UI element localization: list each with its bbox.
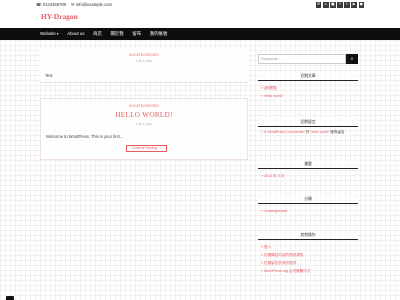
list-item-label[interactable]: Uncategorized xyxy=(264,209,287,213)
comment-author[interactable]: A WordPress Commenter xyxy=(264,130,305,134)
post-date: 8 月 8, 2018 xyxy=(136,59,152,63)
list-item[interactable]: »(無標題) xyxy=(258,84,358,92)
chevron-right-icon: » xyxy=(261,260,263,265)
social-home-icon[interactable]: ⌂ xyxy=(323,2,329,8)
search-input[interactable]: Keywords... xyxy=(258,54,346,64)
list-item: □A WordPress Commenter 於 Hello world! 發佈… xyxy=(258,130,358,137)
list-item-label[interactable]: 訂閱網站內容的資訊提供 xyxy=(264,253,304,257)
phone-info: ☎ 0123456789 xyxy=(36,2,66,7)
widget-recent-posts: 近期文章 »(無標題) »Hello world! xyxy=(258,72,358,99)
post-category[interactable]: UNCATEGORIZED xyxy=(41,104,247,108)
widget-meta: 其他操作 »登入 »訂閱網站內容的資訊提供 »訂閱留言的資訊提供 »WordPr… xyxy=(258,231,358,275)
social-store-icon[interactable]: ■ xyxy=(330,2,336,8)
list-item[interactable]: »WordPress.org 台灣繁體中文 xyxy=(258,267,358,275)
widget-title: 近期文章 xyxy=(258,72,358,81)
list-item[interactable]: »訂閱網站內容的資訊提供 xyxy=(258,251,358,259)
search-icon[interactable]: ⌕ xyxy=(346,54,358,64)
widget-archives: 彙整 »2018 年 8 月 xyxy=(258,160,358,180)
list-item-label[interactable]: 訂閱留言的資訊提供 xyxy=(264,261,296,265)
post-excerpt: Welcome to WordPress. This is your first… xyxy=(46,134,124,139)
post-title[interactable]: HELLO WORLD! xyxy=(41,111,247,119)
list-item-label[interactable]: 登入 xyxy=(264,245,271,249)
top-bar: ☎ 0123456789 ✉ info@example.com ✉ ⌂ ■ f t … xyxy=(0,0,400,10)
twitter-icon[interactable]: t xyxy=(344,2,350,8)
post-content: Test xyxy=(45,73,53,78)
social-icons: ✉ ⌂ ■ f t ▶ ● xyxy=(315,2,364,8)
list-item-label[interactable]: 2018 年 8 月 xyxy=(264,174,284,178)
mail-icon: ✉ xyxy=(71,2,75,7)
widget-title: 分類 xyxy=(258,195,358,204)
list-item[interactable]: »2018 年 8 月 xyxy=(258,172,358,180)
widget-recent-comments: 近期留言 □A WordPress Commenter 於 Hello worl… xyxy=(258,118,358,137)
read-more-button[interactable]: Continue Reading → xyxy=(126,145,167,152)
contact-info: ☎ 0123456789 ✉ info@example.com xyxy=(36,2,112,7)
instagram-icon[interactable]: ● xyxy=(358,2,364,8)
chevron-right-icon: » xyxy=(261,173,263,178)
youtube-icon[interactable]: ▶ xyxy=(351,2,357,8)
chevron-right-icon: » xyxy=(261,268,263,273)
nav-item-about-me[interactable]: 關於我 xyxy=(111,28,124,40)
post-category[interactable]: UNCATEGORIZED xyxy=(40,53,248,57)
phone-number: 0123456789 xyxy=(42,2,67,7)
post-date: 8 月 8, 2018 xyxy=(136,122,152,126)
nav-item-guestbook[interactable]: 留布 xyxy=(132,28,141,40)
chevron-right-icon: » xyxy=(261,93,263,98)
comment-post-link[interactable]: Hello world! xyxy=(310,130,329,134)
list-item-label[interactable]: Hello world! xyxy=(264,94,283,98)
widget-title: 近期留言 xyxy=(258,118,358,127)
chevron-right-icon: » xyxy=(261,85,263,90)
list-item[interactable]: »Hello world! xyxy=(258,92,358,99)
nav-item-shop[interactable]: 商店 xyxy=(93,28,102,40)
widget-title: 彙整 xyxy=(258,160,358,169)
site-header: HY-Dragon xyxy=(0,10,400,28)
list-item[interactable]: »登入 xyxy=(258,243,358,251)
chevron-right-icon: » xyxy=(261,244,263,249)
search-form: Keywords... ⌕ xyxy=(258,54,358,64)
widget-categories: 分類 »Uncategorized xyxy=(258,195,358,214)
list-item-label[interactable]: (無標題) xyxy=(264,86,277,90)
social-mail-icon[interactable]: ✉ xyxy=(315,2,322,8)
comment-icon: □ xyxy=(261,130,264,134)
phone-icon: ☎ xyxy=(36,2,42,7)
list-item[interactable]: »Uncategorized xyxy=(258,207,358,214)
post-card: UNCATEGORIZED 8 月 8, 2018 Test xyxy=(40,48,248,83)
site-title[interactable]: HY-Dragon xyxy=(41,12,78,21)
post-card: UNCATEGORIZED HELLO WORLD! 8 月 8, 2018 W… xyxy=(40,98,248,160)
main-nav: Website About us 商店 關於我 留布 我的帳號 xyxy=(0,28,400,40)
email-info[interactable]: ✉ info@example.com xyxy=(71,2,112,7)
nav-item-website[interactable]: Website xyxy=(40,28,59,40)
list-item[interactable]: »訂閱留言的資訊提供 xyxy=(258,259,358,267)
chevron-right-icon: » xyxy=(261,208,263,213)
chevron-right-icon: » xyxy=(261,252,263,257)
list-item-label[interactable]: WordPress.org 台灣繁體中文 xyxy=(264,269,310,273)
facebook-icon[interactable]: f xyxy=(337,2,343,8)
comment-tail: 發佈留言 xyxy=(329,130,345,134)
nav-item-account[interactable]: 我的帳號 xyxy=(150,28,168,40)
widget-title: 其他操作 xyxy=(258,231,358,240)
email-address[interactable]: info@example.com xyxy=(76,2,112,7)
nav-item-about[interactable]: About us xyxy=(67,28,84,40)
scroll-top-icon[interactable] xyxy=(6,296,14,300)
